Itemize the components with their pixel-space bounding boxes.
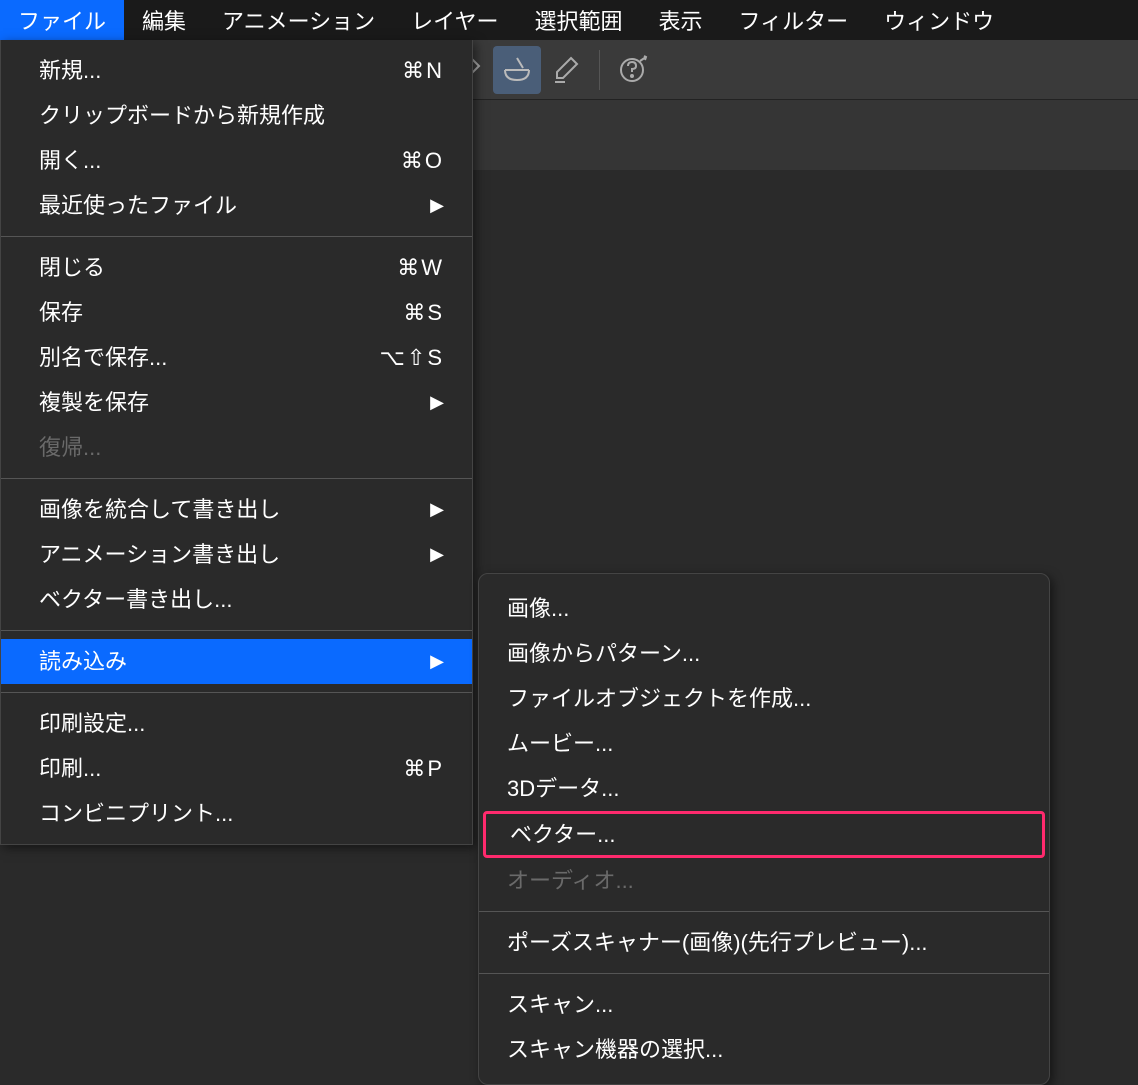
menubar-window[interactable]: ウィンドウ <box>866 0 1012 40</box>
menu-save[interactable]: 保存 ⌘S <box>1 290 472 335</box>
menu-open[interactable]: 開く... ⌘O <box>1 138 472 183</box>
menubar-layer[interactable]: レイヤー <box>393 0 516 40</box>
submenu-create-file-object[interactable]: ファイルオブジェクトを作成... <box>479 676 1049 721</box>
menu-new[interactable]: 新規... ⌘N <box>1 48 472 93</box>
menu-convenience-print[interactable]: コンビニプリント... <box>1 791 472 836</box>
submenu-image[interactable]: 画像... <box>479 586 1049 631</box>
chevron-right-icon: ▶ <box>430 648 444 675</box>
menu-save-copy[interactable]: 複製を保存 ▶ <box>1 380 472 425</box>
submenu-pattern-from-image[interactable]: 画像からパターン... <box>479 631 1049 676</box>
menu-import[interactable]: 読み込み ▶ <box>1 639 472 684</box>
menu-recent-files[interactable]: 最近使ったファイル ▶ <box>1 183 472 228</box>
submenu-vector[interactable]: ベクター... <box>483 811 1045 858</box>
submenu-movie[interactable]: ムービー... <box>479 721 1049 766</box>
toolbar-brush-2-icon[interactable] <box>541 46 589 94</box>
menu-export-vector[interactable]: ベクター書き出し... <box>1 577 472 622</box>
menubar-selection[interactable]: 選択範囲 <box>517 0 641 40</box>
chevron-right-icon: ▶ <box>430 541 444 568</box>
chevron-right-icon: ▶ <box>430 389 444 416</box>
menubar-filter[interactable]: フィルター <box>721 0 867 40</box>
submenu-audio: オーディオ... <box>479 858 1049 903</box>
shortcut-label: ⌘P <box>403 752 444 785</box>
menu-revert: 復帰... <box>1 425 472 470</box>
toolbar-help-icon[interactable] <box>610 46 658 94</box>
menubar-animation[interactable]: アニメーション <box>204 0 393 40</box>
toolbar-bowl-icon[interactable] <box>493 46 541 94</box>
menu-save-as[interactable]: 別名で保存... ⌥⇧S <box>1 335 472 380</box>
shortcut-label: ⌥⇧S <box>380 341 444 374</box>
chevron-right-icon: ▶ <box>430 192 444 219</box>
shortcut-label: ⌘N <box>402 54 444 87</box>
submenu-3d-data[interactable]: 3Dデータ... <box>479 766 1049 811</box>
toolbar-divider <box>599 50 600 90</box>
menu-export-flattened[interactable]: 画像を統合して書き出し ▶ <box>1 487 472 532</box>
menu-export-animation[interactable]: アニメーション書き出し ▶ <box>1 532 472 577</box>
menu-print-settings[interactable]: 印刷設定... <box>1 701 472 746</box>
shortcut-label: ⌘W <box>397 251 444 284</box>
shortcut-label: ⌘O <box>401 144 444 177</box>
menu-print[interactable]: 印刷... ⌘P <box>1 746 472 791</box>
submenu-pose-scanner[interactable]: ポーズスキャナー(画像)(先行プレビュー)... <box>479 920 1049 965</box>
file-dropdown-menu: 新規... ⌘N クリップボードから新規作成 開く... ⌘O 最近使ったファイ… <box>0 40 473 845</box>
menu-close[interactable]: 閉じる ⌘W <box>1 245 472 290</box>
submenu-select-scanner[interactable]: スキャン機器の選択... <box>479 1027 1049 1072</box>
shortcut-label: ⌘S <box>403 296 444 329</box>
menubar: ファイル 編集 アニメーション レイヤー 選択範囲 表示 フィルター ウィンドウ <box>0 0 1138 40</box>
menubar-edit[interactable]: 編集 <box>124 0 204 40</box>
submenu-scan[interactable]: スキャン... <box>479 982 1049 1027</box>
menu-new-from-clipboard[interactable]: クリップボードから新規作成 <box>1 93 472 138</box>
menubar-view[interactable]: 表示 <box>641 0 721 40</box>
menubar-file[interactable]: ファイル <box>0 0 124 40</box>
import-submenu: 画像... 画像からパターン... ファイルオブジェクトを作成... ムービー.… <box>478 573 1050 1085</box>
chevron-right-icon: ▶ <box>430 496 444 523</box>
